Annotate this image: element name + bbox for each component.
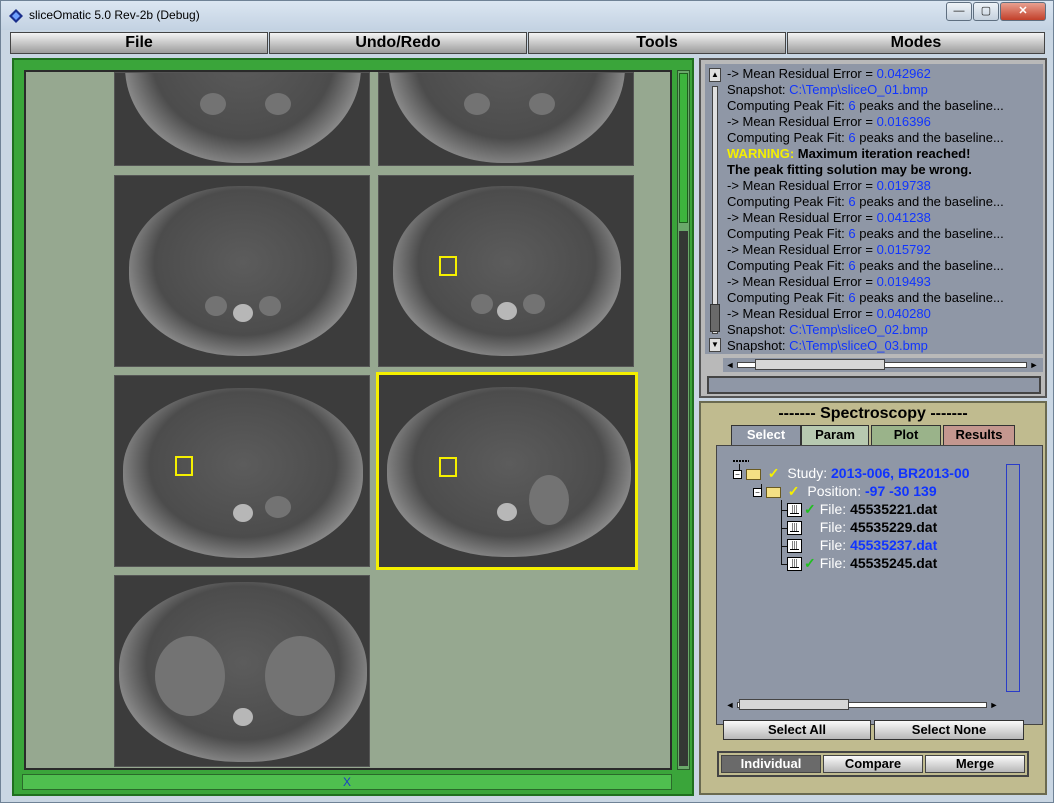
- mode-merge-button[interactable]: Merge: [925, 755, 1025, 773]
- log-line: -> Mean Residual Error = 0.019738: [727, 178, 931, 193]
- tree-horizontal-scrollbar[interactable]: ◄ ►: [723, 698, 1001, 712]
- spectroscopy-title: ------- Spectroscopy -------: [778, 405, 968, 422]
- viewer-scroll-lower: [679, 231, 688, 766]
- log-scroll-thumb[interactable]: [710, 304, 720, 332]
- slice-image-5[interactable]: [114, 375, 370, 567]
- spectrum-file-icon: [787, 503, 802, 518]
- checkmark-icon[interactable]: ✓: [804, 554, 816, 572]
- log-line: -> Mean Residual Error = 0.041238: [727, 210, 931, 225]
- slice-image-1[interactable]: [114, 72, 370, 166]
- title-bar[interactable]: sliceOmatic 5.0 Rev-2b (Debug) — ▢ ✕: [1, 1, 1053, 30]
- mode-compare-button[interactable]: Compare: [823, 755, 923, 773]
- log-horizontal-scrollbar[interactable]: ◄ ►: [723, 358, 1043, 372]
- slice-image-4[interactable]: [378, 175, 634, 367]
- tree-hscroll-thumb[interactable]: [739, 699, 849, 710]
- spectroscopy-panel: ------- Spectroscopy ------- Select Para…: [699, 401, 1047, 795]
- scroll-left-icon[interactable]: ◄: [723, 699, 737, 711]
- scroll-down-icon[interactable]: ▼: [709, 338, 721, 352]
- scroll-right-icon[interactable]: ►: [1027, 359, 1041, 371]
- file-tree: − ✓ Study: 2013-006, BR2013-00 − ✓ Posit…: [723, 460, 1013, 694]
- scroll-right-icon[interactable]: ►: [987, 699, 1001, 711]
- app-logo-icon: [9, 9, 23, 23]
- slice-grid[interactable]: [24, 70, 672, 770]
- spectrum-file-icon: [787, 557, 802, 572]
- select-tab-panel: − ✓ Study: 2013-006, BR2013-00 − ✓ Posit…: [716, 445, 1043, 725]
- log-line: Computing Peak Fit: 6 peaks and the base…: [727, 226, 1004, 241]
- slice-image-3[interactable]: [114, 175, 370, 367]
- log-line: Computing Peak Fit: 6 peaks and the base…: [727, 98, 1004, 113]
- collapse-icon[interactable]: −: [733, 469, 742, 479]
- log-line: -> Mean Residual Error = 0.042962: [727, 66, 931, 81]
- close-button[interactable]: ✕: [1000, 2, 1046, 21]
- roi-voxel-marker[interactable]: [175, 456, 193, 476]
- menu-file[interactable]: File: [10, 32, 268, 54]
- menu-undo-redo[interactable]: Undo/Redo: [269, 32, 527, 54]
- spectrum-file-icon: [787, 539, 802, 554]
- log-output: ▲ ▼ -> Mean Residual Error = 0.042962 Sna…: [705, 64, 1043, 354]
- image-viewer: X: [12, 58, 694, 796]
- mode-individual-button[interactable]: Individual: [721, 755, 821, 773]
- tree-file-row[interactable]: ✓ File: 45535245.dat: [781, 554, 937, 572]
- log-line: -> Mean Residual Error = 0.016396: [727, 114, 931, 129]
- tree-file-row[interactable]: ✓ File: 45535221.dat: [781, 500, 937, 518]
- viewer-scroll-thumb[interactable]: [679, 73, 688, 223]
- log-line: Computing Peak Fit: 6 peaks and the base…: [727, 130, 1004, 145]
- collapse-icon[interactable]: −: [753, 487, 762, 497]
- slice-image-7[interactable]: [114, 575, 370, 767]
- log-line: -> Mean Residual Error = 0.019493: [727, 274, 931, 289]
- menu-tools[interactable]: Tools: [528, 32, 786, 54]
- folder-open-icon: [745, 468, 761, 480]
- log-line: WARNING: Maximum iteration reached!: [727, 146, 971, 161]
- folder-open-icon: [765, 486, 781, 498]
- log-line: Computing Peak Fit: 6 peaks and the base…: [727, 194, 1004, 209]
- log-vertical-scrollbar[interactable]: ▲ ▼: [707, 66, 723, 352]
- slice-image-6-selected[interactable]: [376, 372, 638, 570]
- log-lines: -> Mean Residual Error = 0.042962 Snapsho…: [727, 66, 1043, 354]
- tab-results[interactable]: Results: [943, 425, 1015, 445]
- log-line: -> Mean Residual Error = 0.040280: [727, 306, 931, 321]
- roi-voxel-marker[interactable]: [439, 256, 457, 276]
- minimize-button[interactable]: —: [946, 2, 972, 21]
- log-line: Snapshot: C:\Temp\sliceO_03.bmp: [727, 338, 928, 353]
- log-line: Computing Peak Fit: 6 peaks and the base…: [727, 258, 1004, 273]
- checkmark-icon[interactable]: ✓: [768, 464, 780, 482]
- select-none-button[interactable]: Select None: [874, 720, 1024, 740]
- log-line: The peak fitting solution may be wrong.: [727, 162, 972, 177]
- tab-select[interactable]: Select: [731, 425, 801, 445]
- checkmark-icon[interactable]: ✓: [804, 500, 816, 518]
- menu-modes[interactable]: Modes: [787, 32, 1045, 54]
- tree-study-row[interactable]: − ✓ Study: 2013-006, BR2013-00: [733, 464, 970, 482]
- app-window: sliceOmatic 5.0 Rev-2b (Debug) — ▢ ✕ Fil…: [0, 0, 1054, 803]
- viewer-vertical-scrollbar[interactable]: [677, 70, 690, 770]
- spectrum-file-icon: [787, 521, 802, 536]
- tree-vertical-scrollbar[interactable]: [1006, 464, 1020, 692]
- log-scroll-track[interactable]: [712, 86, 718, 334]
- tree-file-row[interactable]: ✓File: 45535237.dat: [781, 536, 937, 554]
- log-panel: ▲ ▼ -> Mean Residual Error = 0.042962 Sna…: [699, 58, 1047, 398]
- tree-file-row[interactable]: ✓File: 45535229.dat: [781, 518, 937, 536]
- roi-voxel-marker[interactable]: [439, 457, 457, 477]
- checkmark-icon[interactable]: ✓: [788, 482, 800, 500]
- x-axis-bar[interactable]: X: [22, 774, 672, 790]
- maximize-button[interactable]: ▢: [973, 2, 999, 21]
- window-title: sliceOmatic 5.0 Rev-2b (Debug): [29, 8, 200, 22]
- log-line: Snapshot: C:\Temp\sliceO_01.bmp: [727, 82, 928, 97]
- log-hscroll-thumb[interactable]: [755, 359, 885, 370]
- scroll-up-icon[interactable]: ▲: [709, 68, 721, 82]
- select-all-button[interactable]: Select All: [723, 720, 871, 740]
- scroll-left-icon[interactable]: ◄: [723, 359, 737, 371]
- tab-param[interactable]: Param: [801, 425, 869, 445]
- log-line: Computing Peak Fit: 6 peaks and the base…: [727, 290, 1004, 305]
- tree-position-row[interactable]: − ✓ Position: -97 -30 139: [753, 482, 937, 500]
- log-line: -> Mean Residual Error = 0.015792: [727, 242, 931, 257]
- mode-selector: Individual Compare Merge: [717, 751, 1029, 777]
- menu-bar: File Undo/Redo Tools Modes: [10, 32, 1046, 54]
- log-line: Snapshot: C:\Temp\sliceO_02.bmp: [727, 322, 928, 337]
- slice-image-2[interactable]: [378, 72, 634, 166]
- tab-plot[interactable]: Plot: [871, 425, 941, 445]
- command-input[interactable]: [707, 376, 1041, 394]
